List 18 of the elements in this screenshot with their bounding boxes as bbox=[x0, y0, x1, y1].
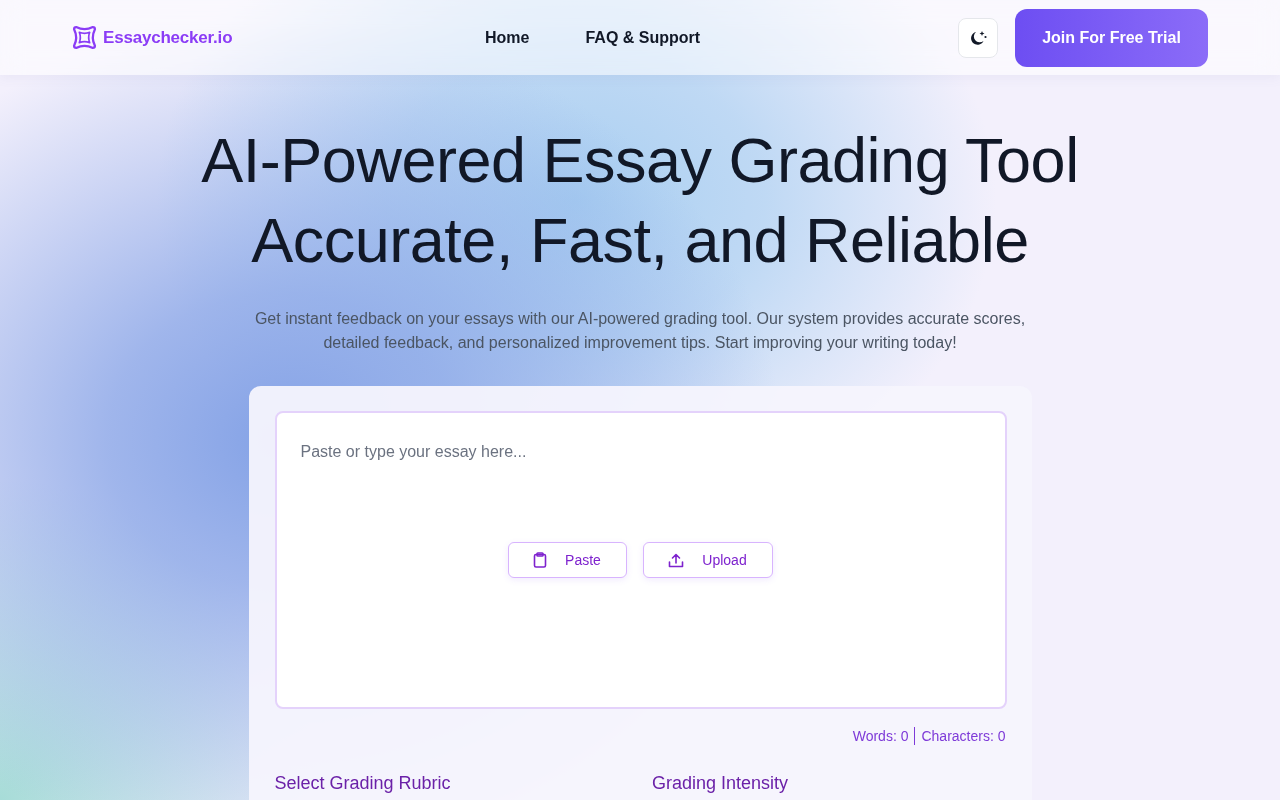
hero-title: AI-Powered Essay Grading Tool bbox=[201, 124, 1079, 197]
upload-icon bbox=[668, 552, 685, 568]
theme-toggle-button[interactable] bbox=[958, 17, 998, 58]
logo-text[interactable]: Essaychecker.io bbox=[103, 24, 233, 51]
nav-link[interactable]: Home bbox=[485, 25, 530, 50]
section-heading: Select Grading Rubric bbox=[274, 772, 452, 794]
character-count: Characters: 0 bbox=[921, 727, 1006, 746]
nav-link[interactable]: FAQ & Support bbox=[585, 25, 701, 50]
upload-button[interactable]: Upload bbox=[642, 542, 773, 578]
section-heading: Grading Intensity bbox=[652, 772, 790, 794]
word-count: Words: 0 bbox=[852, 727, 909, 746]
moon-icon bbox=[969, 29, 987, 46]
hero-title: Accurate, Fast, and Reliable bbox=[251, 204, 1029, 277]
logo-icon bbox=[72, 25, 97, 50]
paste-button[interactable]: Paste bbox=[507, 542, 627, 578]
join-trial-button[interactable]: Join For Free Trial bbox=[1015, 8, 1208, 67]
clipboard-icon bbox=[533, 552, 548, 568]
hero-subtitle: Get instant feedback on your essays with our AI-powered grading tool. Our system provides accurate scores, detailed feedback, and personalized improvement tips. Start improving your writing today! bbox=[253, 309, 1027, 353]
